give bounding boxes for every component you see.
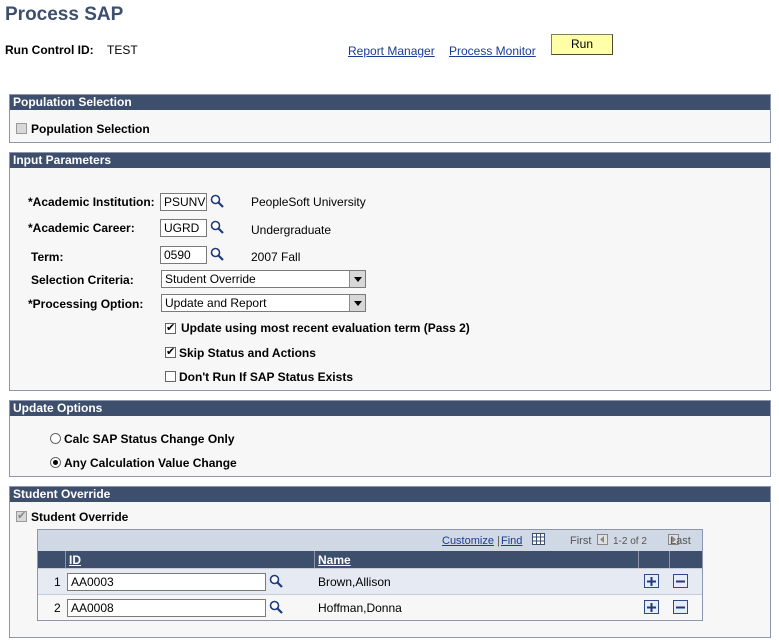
page-range: 1-2 of 2 xyxy=(613,536,647,547)
table-row: 1 AA0003 Brown,Allison xyxy=(38,568,702,594)
plus-icon xyxy=(647,577,656,586)
institution-lookup-icon[interactable] xyxy=(210,194,224,208)
run-control-value: TEST xyxy=(107,43,138,57)
column-separator xyxy=(669,551,670,568)
population-selection-group: Population Selection Population Selectio… xyxy=(9,94,771,143)
add-row-button[interactable] xyxy=(644,574,659,588)
career-lookup-icon[interactable] xyxy=(210,220,224,234)
dont-run-checkbox[interactable] xyxy=(165,371,176,382)
previous-arrow-icon[interactable] xyxy=(597,534,608,545)
run-control-label: Run Control ID: xyxy=(5,43,94,57)
minus-icon xyxy=(676,580,685,583)
student-override-group: Student Override Student Override Custom… xyxy=(9,486,771,638)
student-override-label: Student Override xyxy=(31,510,129,524)
chevron-down-icon[interactable] xyxy=(349,295,365,311)
process-monitor-link[interactable]: Process Monitor xyxy=(449,44,536,58)
student-id-lookup-icon[interactable] xyxy=(269,600,283,614)
grid-header-row: ID Name xyxy=(38,551,702,568)
update-recent-term-checkbox[interactable] xyxy=(165,321,176,334)
calc-sap-status-radio[interactable] xyxy=(50,433,61,444)
student-id-input[interactable]: AA0003 xyxy=(67,573,266,591)
student-override-header: Student Override xyxy=(10,487,770,502)
run-button[interactable]: Run xyxy=(551,34,613,55)
processing-option-value: Update and Report xyxy=(165,296,267,310)
population-selection-checkbox[interactable] xyxy=(16,123,27,134)
processing-option-label: *Processing Option: xyxy=(28,297,144,311)
student-name: Hoffman,Donna xyxy=(318,601,402,615)
student-override-grid: Customize | Find First 1-2 of 2 Last ID xyxy=(37,529,703,621)
selection-criteria-select[interactable]: Student Override xyxy=(161,270,366,288)
column-separator xyxy=(65,551,66,568)
any-calc-value-label: Any Calculation Value Change xyxy=(64,456,237,470)
update-options-header: Update Options xyxy=(10,401,770,416)
update-options-group: Update Options Calc SAP Status Change On… xyxy=(9,400,771,477)
toolbar-separator: | xyxy=(497,535,500,547)
grid-toolbar: Customize | Find First 1-2 of 2 Last xyxy=(38,530,702,551)
selection-criteria-value: Student Override xyxy=(165,272,256,286)
term-lookup-icon[interactable] xyxy=(210,247,224,261)
population-selection-header: Population Selection xyxy=(10,95,770,110)
page-title: Process SAP xyxy=(5,4,124,25)
term-description: 2007 Fall xyxy=(251,250,301,264)
institution-label: *Academic Institution: xyxy=(28,195,155,209)
career-description: Undergraduate xyxy=(251,223,332,237)
career-input[interactable]: UGRD xyxy=(160,219,207,237)
any-calc-value-radio[interactable] xyxy=(50,457,61,468)
row-number: 2 xyxy=(54,601,61,615)
skip-status-label: Skip Status and Actions xyxy=(179,346,316,360)
calc-sap-status-label: Calc SAP Status Change Only xyxy=(64,432,235,446)
minus-icon xyxy=(676,606,685,609)
delete-row-button[interactable] xyxy=(673,600,688,614)
find-link[interactable]: Find xyxy=(501,535,522,547)
last-label: Last xyxy=(670,535,691,547)
career-label: *Academic Career: xyxy=(28,221,135,235)
view-all-grid-icon[interactable] xyxy=(532,533,545,545)
add-row-button[interactable] xyxy=(644,600,659,614)
report-manager-link[interactable]: Report Manager xyxy=(348,44,435,58)
table-row: 2 AA0008 Hoffman,Donna xyxy=(38,594,702,620)
update-recent-term-label: Update using most recent evaluation term… xyxy=(181,321,470,335)
column-header-name[interactable]: Name xyxy=(318,553,351,567)
term-input[interactable]: 0590 xyxy=(160,246,207,264)
term-label: Term: xyxy=(31,250,64,264)
column-separator xyxy=(638,551,639,568)
student-id-input[interactable]: AA0008 xyxy=(67,599,266,617)
student-id-lookup-icon[interactable] xyxy=(269,574,283,588)
selection-criteria-label: Selection Criteria: xyxy=(31,273,134,287)
delete-row-button[interactable] xyxy=(673,574,688,588)
skip-status-checkbox[interactable] xyxy=(165,345,176,358)
input-parameters-group: Input Parameters *Academic Institution: … xyxy=(9,152,771,391)
chevron-down-icon[interactable] xyxy=(349,271,365,287)
institution-input[interactable]: PSUNV xyxy=(160,193,207,211)
customize-link[interactable]: Customize xyxy=(442,535,494,547)
dont-run-label: Don't Run If SAP Status Exists xyxy=(179,370,353,384)
student-name: Brown,Allison xyxy=(318,575,391,589)
column-header-id[interactable]: ID xyxy=(69,553,81,567)
column-separator xyxy=(314,551,315,568)
student-override-checkbox[interactable] xyxy=(16,509,27,522)
institution-description: PeopleSoft University xyxy=(251,195,366,209)
population-selection-label: Population Selection xyxy=(31,122,150,136)
first-label: First xyxy=(570,535,592,547)
processing-option-select[interactable]: Update and Report xyxy=(161,294,366,312)
plus-icon xyxy=(647,603,656,612)
input-parameters-header: Input Parameters xyxy=(10,153,770,168)
row-number: 1 xyxy=(54,575,61,589)
